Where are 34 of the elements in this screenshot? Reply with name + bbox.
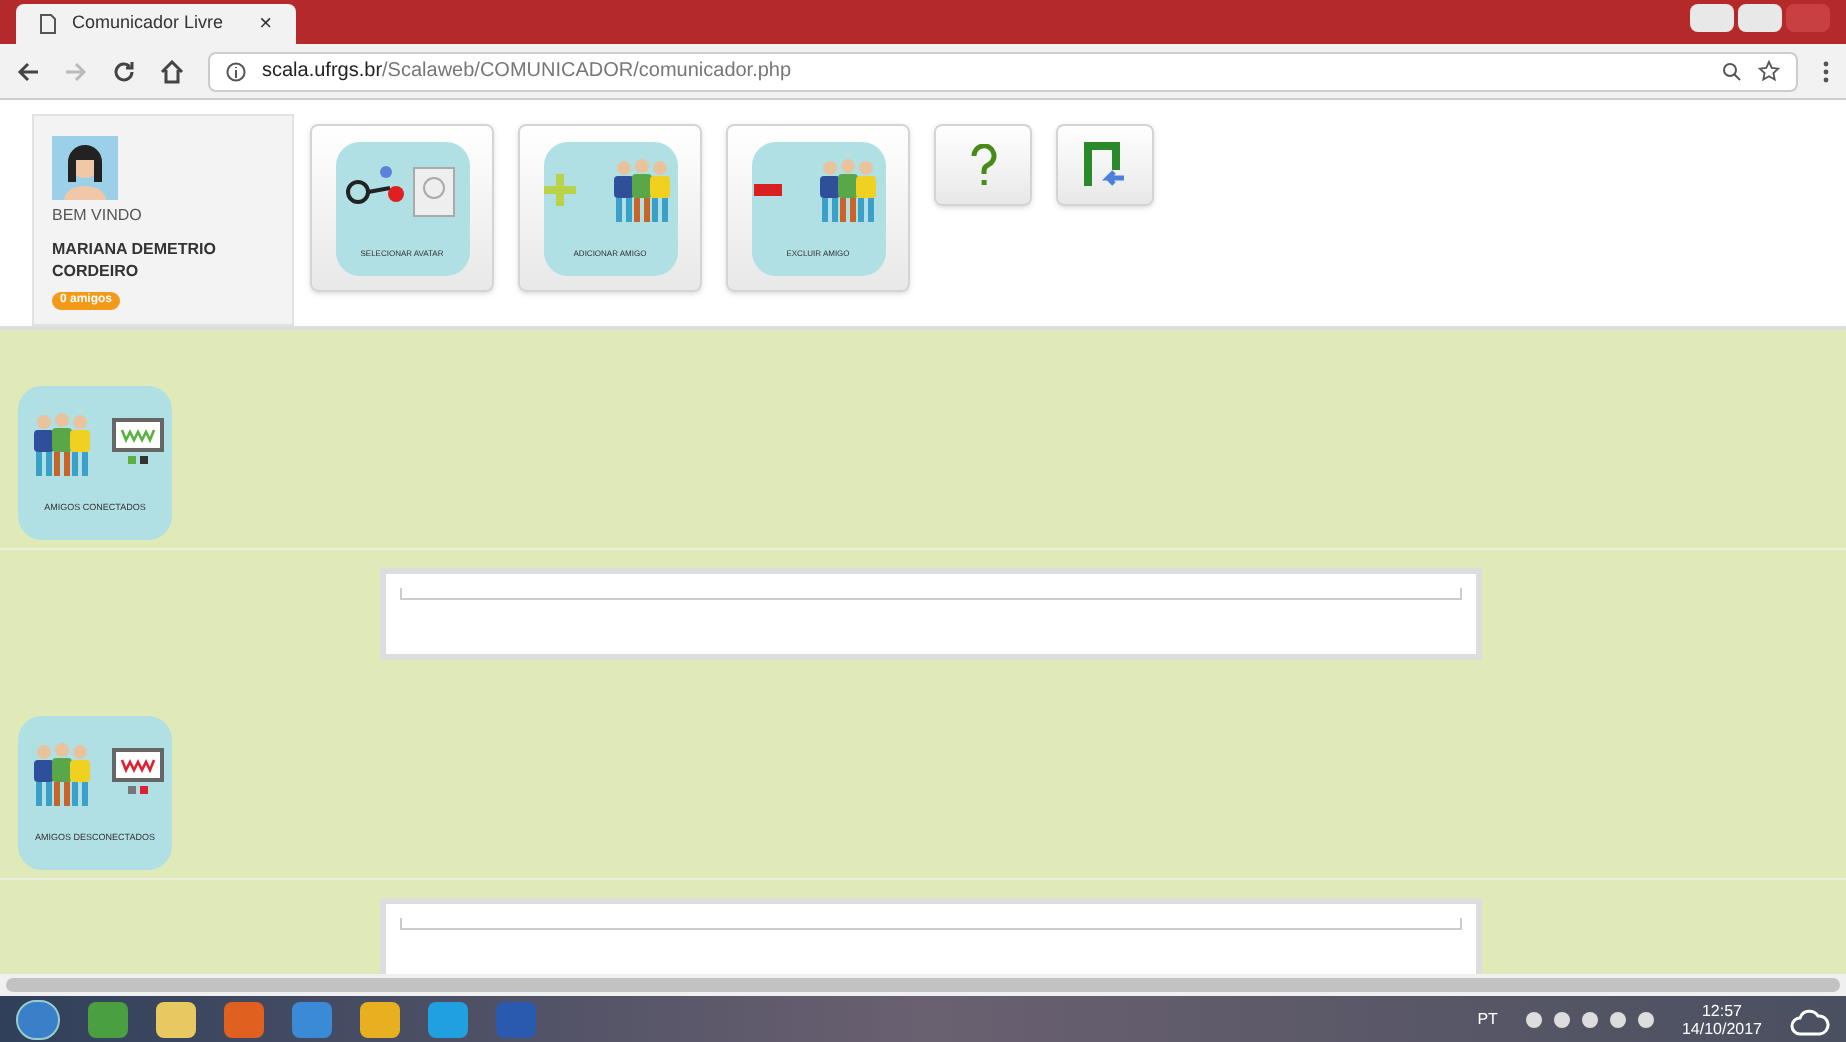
horizontal-scrollbar[interactable] xyxy=(0,974,1846,996)
info-icon xyxy=(226,61,246,81)
plus-icon xyxy=(544,174,576,206)
clock-time: 12:57 xyxy=(1701,1001,1742,1019)
exit-button[interactable] xyxy=(1056,124,1154,206)
question-mark-icon xyxy=(969,143,997,187)
star-icon[interactable] xyxy=(1758,60,1780,82)
greeting-text: BEM VINDO xyxy=(52,204,142,228)
people-icon xyxy=(814,156,882,224)
taskbar-app-icon[interactable] xyxy=(360,1001,400,1037)
language-indicator[interactable]: PT xyxy=(1477,1007,1498,1031)
zoom-icon[interactable] xyxy=(1722,61,1742,81)
reload-icon[interactable] xyxy=(112,59,136,83)
back-icon[interactable] xyxy=(16,59,40,83)
browser-tab[interactable]: Comunicador Livre × xyxy=(16,4,296,44)
page-icon xyxy=(40,14,56,34)
tab-title: Comunicador Livre xyxy=(72,10,226,37)
exit-door-icon xyxy=(1083,141,1127,189)
people-icon xyxy=(608,156,676,224)
help-button[interactable] xyxy=(934,124,1032,206)
taskbar-app-icon[interactable] xyxy=(428,1001,468,1037)
clock-date: 14/10/2017 xyxy=(1681,1019,1762,1037)
avatar-icon xyxy=(52,136,118,200)
minus-icon xyxy=(754,184,782,196)
user-name: MARIANA DEMETRIO CORDEIRO xyxy=(52,238,218,282)
address-field[interactable]: scala.ufrgs.br/Scalaweb/COMUNICADOR/comunicador.php xyxy=(208,51,1798,91)
tab-close-button[interactable]: × xyxy=(259,7,272,41)
start-button[interactable] xyxy=(16,999,60,1039)
taskbar-app-icon[interactable] xyxy=(156,1001,196,1037)
menu-icon[interactable] xyxy=(1822,59,1830,83)
taskbar-app-icon[interactable] xyxy=(224,1001,264,1037)
home-icon[interactable] xyxy=(160,59,184,83)
url-text: scala.ufrgs.br/Scalaweb/COMUNICADOR/comunicador.php xyxy=(262,58,794,86)
taskbar-app-icon[interactable] xyxy=(88,1001,128,1037)
